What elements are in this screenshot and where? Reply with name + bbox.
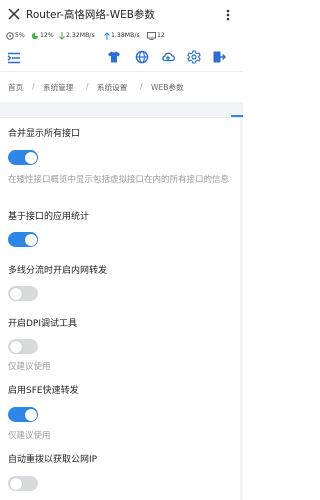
breadcrumb-separator: / bbox=[86, 82, 89, 91]
cloud-upload-icon[interactable] bbox=[161, 50, 175, 64]
memory-icon bbox=[31, 32, 39, 40]
cpu-icon bbox=[6, 32, 14, 40]
merge-interfaces-toggle[interactable] bbox=[8, 150, 38, 165]
toggle-knob bbox=[9, 287, 22, 300]
toggle-knob bbox=[9, 477, 22, 490]
memory-usage: 12% bbox=[40, 32, 54, 39]
setting-description-dpi-debug: 仅建议使用 bbox=[8, 362, 51, 372]
setting-label-sfe-forwarding: 启用SFE快速转发 bbox=[8, 386, 79, 396]
toggle-knob bbox=[24, 408, 37, 421]
close-icon[interactable] bbox=[7, 7, 21, 21]
breadcrumb-system-management[interactable]: 系统管理 bbox=[43, 82, 73, 93]
setting-label-lan-forwarding: 多线分流时开启内网转发 bbox=[8, 266, 108, 276]
download-arrow-icon bbox=[59, 32, 65, 40]
section-divider bbox=[0, 102, 243, 118]
setting-description-merge-interfaces: 在矮性接口概览中显示包括虚拟接口在内的所有接口的信息 bbox=[8, 175, 230, 185]
status-bar: 5% 12% 2.32MB/s 1.38MB/s 12 bbox=[0, 30, 243, 44]
upload-arrow-icon bbox=[104, 32, 110, 40]
auto-redial-toggle[interactable] bbox=[8, 476, 38, 491]
setting-description-sfe-forwarding: 仅建议使用 bbox=[8, 431, 51, 441]
dpi-debug-toggle[interactable] bbox=[8, 339, 38, 354]
lan-forwarding-toggle[interactable] bbox=[8, 286, 38, 301]
setting-label-interface-app-stats: 基于接口的应用统计 bbox=[8, 212, 90, 222]
sfe-forwarding-toggle[interactable] bbox=[8, 407, 38, 422]
breadcrumb-system-settings[interactable]: 系统设置 bbox=[97, 82, 127, 93]
title-bar: Router-高恪网络-WEB参数 bbox=[0, 0, 243, 30]
logout-icon[interactable] bbox=[212, 50, 226, 64]
globe-icon[interactable] bbox=[135, 50, 149, 64]
breadcrumb-separator: / bbox=[32, 82, 35, 91]
gear-icon[interactable] bbox=[187, 50, 201, 64]
toggle-knob bbox=[24, 151, 37, 164]
download-speed: 2.32MB/s bbox=[66, 32, 95, 39]
cpu-usage: 5% bbox=[15, 32, 25, 39]
client-count: 12 bbox=[157, 32, 165, 39]
setting-label-merge-interfaces: 合并显示所有接口 bbox=[8, 129, 81, 139]
divider-accent bbox=[231, 115, 243, 117]
breadcrumb: 首页 / 系统管理 / 系统设置 / WEB参数 bbox=[0, 72, 243, 102]
setting-label-auto-redial: 自动重拨以获取公网IP bbox=[8, 455, 98, 465]
breadcrumb-web-params: WEB参数 bbox=[151, 83, 184, 92]
shirt-icon[interactable] bbox=[107, 50, 121, 64]
menu-icon[interactable] bbox=[7, 51, 21, 65]
breadcrumb-separator: / bbox=[140, 82, 143, 91]
more-icon[interactable] bbox=[221, 8, 235, 22]
breadcrumb-home[interactable]: 首页 bbox=[8, 82, 23, 93]
toolbar bbox=[0, 44, 243, 72]
upload-speed: 1.38MB/s bbox=[111, 32, 140, 39]
setting-label-dpi-debug: 开启DPI调试工具 bbox=[8, 319, 78, 329]
window-title: Router-高恪网络-WEB参数 bbox=[26, 9, 155, 21]
devices-icon bbox=[147, 32, 156, 40]
toggle-knob bbox=[24, 233, 37, 246]
scrollbar-track[interactable] bbox=[240, 118, 243, 500]
interface-app-stats-toggle[interactable] bbox=[8, 232, 38, 247]
toggle-knob bbox=[9, 340, 22, 353]
